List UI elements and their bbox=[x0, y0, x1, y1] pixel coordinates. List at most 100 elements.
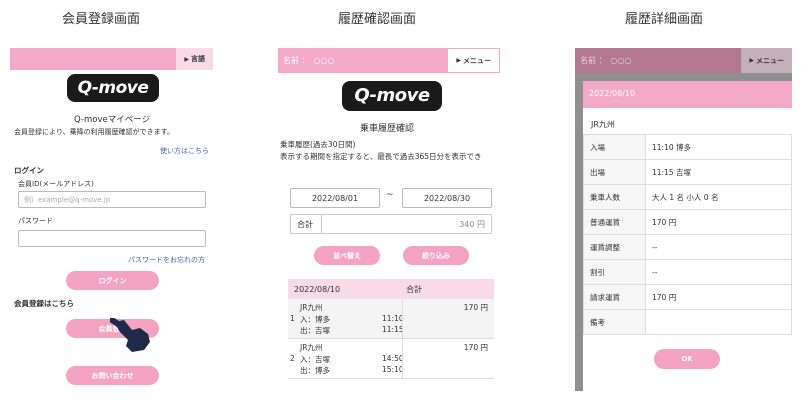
email-field[interactable]: 例）example@q-move.jp bbox=[18, 191, 206, 208]
user-name-label: 名前 ： ○○○ bbox=[580, 56, 632, 65]
row-value: -- bbox=[645, 259, 792, 285]
row-label: 出場 bbox=[583, 159, 646, 185]
list-header-date: 2022/08/10 bbox=[294, 284, 341, 294]
row-label: 請求運賃 bbox=[583, 284, 646, 310]
trip-in-station: 吉塚 bbox=[315, 355, 330, 364]
table-row: 請求運賃 170 円 bbox=[583, 284, 792, 310]
row-value: 170 円 bbox=[645, 284, 792, 310]
language-button[interactable]: ▶ 言語 bbox=[176, 48, 213, 70]
menu-label: メニュー bbox=[463, 56, 491, 65]
history-screen: 名前 ： ○○○ ▶ メニュー Q-move 乗車履歴確認 乗車履歴(過去30日… bbox=[278, 48, 500, 391]
trip-fare: 170 円 bbox=[463, 303, 488, 312]
triangle-icon: ▶ bbox=[184, 55, 189, 63]
qmove-logo: Q-move bbox=[67, 74, 159, 102]
total-box: 合計 340 円 bbox=[290, 214, 492, 234]
menu-button[interactable]: ▶ メニュー bbox=[741, 48, 792, 73]
table-row: 乗車人数 大人 1 名 小人 0 名 bbox=[583, 184, 792, 210]
id-label: 会員ID(メールアドレス) bbox=[18, 180, 94, 188]
detail-screen: 名前 ： ○○○ ▶ メニュー 2022/08/10 JR九州 入場 11:10 … bbox=[575, 48, 792, 391]
row-label: 備考 bbox=[583, 309, 646, 335]
trip-out-label: 出： bbox=[300, 326, 315, 335]
page-title: 乗車履歴確認 bbox=[360, 124, 415, 134]
total-divider bbox=[321, 215, 322, 233]
trip-out-time: 11:15 bbox=[382, 325, 404, 334]
trip-in-label: 入： bbox=[300, 355, 315, 364]
header-bar: 名前 ： ○○○ ▶ メニュー bbox=[575, 48, 792, 73]
detail-date-bar: 2022/08/10 bbox=[583, 81, 792, 108]
history-subtitle: 乗車履歴(過去30日間) bbox=[280, 140, 356, 149]
sort-button[interactable]: 並べ替え bbox=[314, 246, 380, 265]
row-value: -- bbox=[645, 234, 792, 260]
triangle-icon: ▶ bbox=[749, 57, 754, 64]
row-label: 運賃調整 bbox=[583, 234, 646, 260]
trip-in-time: 11:10 bbox=[382, 314, 404, 323]
caption-detail: 履歴詳細画面 bbox=[625, 12, 704, 27]
trip-operator: JR九州 bbox=[300, 343, 323, 352]
row-label: 乗車人数 bbox=[583, 184, 646, 210]
table-row: 運賃調整 -- bbox=[583, 234, 792, 260]
table-row: 備考 bbox=[583, 309, 792, 335]
header-bar: 名前 ： ○○○ ▶ メニュー bbox=[278, 48, 500, 73]
trip-out-time: 15:10 bbox=[382, 365, 404, 374]
contact-button[interactable]: お問い合わせ bbox=[66, 366, 159, 385]
language-label: 言語 bbox=[191, 55, 205, 63]
qmove-logo: Q-move bbox=[342, 81, 442, 111]
login-heading: ログイン bbox=[14, 166, 44, 175]
user-name-label: 名前 ： ○○○ bbox=[283, 56, 335, 65]
table-row: 割引 -- bbox=[583, 259, 792, 285]
list-header-total: 合計 bbox=[406, 284, 423, 294]
trip-out-station: 博多 bbox=[315, 366, 330, 375]
row-value: 11:10 博多 bbox=[645, 134, 792, 160]
menu-button[interactable]: ▶ メニュー bbox=[447, 48, 500, 73]
menu-label: メニュー bbox=[756, 56, 784, 65]
caption-registration: 会員登録画面 bbox=[62, 12, 141, 27]
trip-out-station: 吉塚 bbox=[315, 326, 330, 335]
row-divider bbox=[402, 299, 403, 339]
row-value: 170 円 bbox=[645, 209, 792, 235]
row-divider bbox=[402, 339, 403, 379]
trip-operator: JR九州 bbox=[300, 303, 323, 312]
table-row[interactable]: JR九州 2 入： 吉塚 14:50 出： 博多 15:10 170 円 bbox=[288, 339, 494, 379]
ok-button[interactable]: OK bbox=[654, 349, 720, 369]
table-row[interactable]: JR九州 1 入： 博多 11:10 出： 吉塚 11:15 170 円 bbox=[288, 299, 494, 339]
trip-in-label: 入： bbox=[300, 315, 315, 324]
trip-number: 2 bbox=[290, 354, 295, 363]
trip-out-label: 出： bbox=[300, 366, 315, 375]
login-button[interactable]: ログイン bbox=[66, 271, 159, 290]
history-list-header: 2022/08/10 合計 bbox=[288, 279, 494, 299]
row-label: 割引 bbox=[583, 259, 646, 285]
row-value: 11:15 吉塚 bbox=[645, 159, 792, 185]
row-value bbox=[645, 309, 792, 335]
mypage-title: Q-moveマイページ bbox=[74, 115, 151, 125]
table-row: 出場 11:15 吉塚 bbox=[583, 159, 792, 185]
filter-button[interactable]: 絞り込み bbox=[403, 246, 469, 265]
detail-dialog: 2022/08/10 JR九州 入場 11:10 博多 出場 11:15 吉塚 乗車… bbox=[583, 81, 792, 391]
table-row: 普通運賃 170 円 bbox=[583, 209, 792, 235]
detail-table: 入場 11:10 博多 出場 11:15 吉塚 乗車人数 大人 1 名 小人 0 名 … bbox=[583, 134, 792, 335]
triangle-icon: ▶ bbox=[456, 57, 461, 64]
header-bar: ▶ 言語 bbox=[10, 48, 213, 70]
trip-number: 1 bbox=[290, 314, 295, 323]
password-label: パスワード bbox=[18, 217, 53, 225]
table-row: 入場 11:10 博多 bbox=[583, 134, 792, 160]
howto-link[interactable]: 使い方はこちら bbox=[160, 146, 209, 156]
row-label: 入場 bbox=[583, 134, 646, 160]
intro-text: 会員登録により、乗降の利用履歴確認ができます。 bbox=[14, 128, 174, 136]
total-label: 合計 bbox=[297, 220, 313, 229]
detail-date: 2022/08/10 bbox=[589, 89, 636, 98]
hand-pointer-icon bbox=[110, 318, 150, 352]
trip-fare: 170 円 bbox=[463, 343, 488, 352]
date-separator: ~ bbox=[386, 190, 394, 200]
row-value: 大人 1 名 小人 0 名 bbox=[645, 184, 792, 210]
password-field[interactable] bbox=[18, 230, 206, 247]
date-from-field[interactable]: 2022/08/01 bbox=[290, 188, 380, 208]
registration-screen: ▶ 言語 Q-move Q-moveマイページ 会員登録により、乗降の利用履歴確… bbox=[10, 48, 213, 391]
forgot-password-link[interactable]: パスワードをお忘れの方 bbox=[128, 255, 205, 265]
date-to-field[interactable]: 2022/08/30 bbox=[402, 188, 492, 208]
register-heading: 会員登録はこちら bbox=[14, 299, 74, 308]
total-value: 340 円 bbox=[459, 220, 485, 229]
trip-in-station: 博多 bbox=[315, 315, 330, 324]
caption-history: 履歴確認画面 bbox=[338, 12, 417, 27]
detail-operator: JR九州 bbox=[591, 120, 615, 129]
period-instructions: 表示する期間を指定すると、最長で過去365日分を表示でき bbox=[280, 152, 482, 161]
